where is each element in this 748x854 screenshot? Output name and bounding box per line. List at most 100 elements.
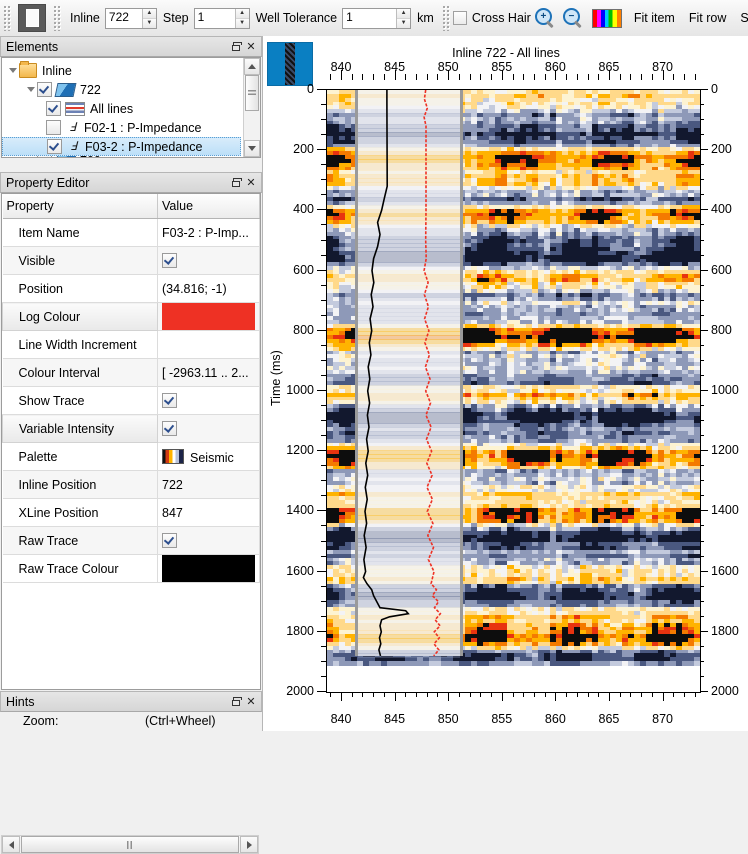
tree-checkbox[interactable] [46,101,61,116]
document-icon[interactable] [18,4,46,32]
show-button[interactable]: Show [733,8,748,28]
tree-checkbox[interactable] [47,139,62,154]
expander-icon[interactable] [24,87,37,92]
well-tolerance-input[interactable] [343,9,396,26]
tree-checkbox[interactable] [37,156,52,158]
hscrollbar-thumb[interactable] [21,836,239,853]
variable-intensity-checkbox[interactable] [162,421,177,436]
property-value-raw-trace-colour[interactable] [158,555,260,583]
hints-float-icon[interactable] [230,695,244,709]
tree-item-f03-2[interactable]: Ⅎ F03-2 : P-Impedance [2,137,241,156]
property-value-visible[interactable] [158,247,260,275]
toolbar-grip-3[interactable] [442,5,450,31]
step-spin-buttons[interactable]: ▲ ▼ [235,9,249,28]
well-tolerance-spin-up[interactable]: ▲ [397,9,410,19]
cross-hair-checkbox[interactable] [453,11,467,25]
property-value-xline-position[interactable]: 847 [158,499,260,527]
step-input[interactable] [195,9,235,26]
property-value-inline-position[interactable]: 722 [158,471,260,499]
elements-tree[interactable]: Inline 722 All lines Ⅎ F02-1 : P-Impe [1,57,261,158]
tree-checkbox[interactable] [37,82,52,97]
tree-item-label: F02-1 : P-Impedance [84,121,201,135]
x-tick [620,74,621,80]
property-value-line-width-increment[interactable] [158,331,260,359]
well-tolerance-spin-buttons[interactable]: ▲ ▼ [396,9,410,28]
raw-trace-colour-swatch[interactable] [162,555,255,582]
well-tolerance-spin-down[interactable]: ▼ [397,19,410,28]
elements-close-icon[interactable]: ✕ [244,40,258,54]
tree-checkbox[interactable] [46,120,61,135]
seismic-display-area[interactable]: Inline 722 - All lines 84084585085586086… [262,36,748,731]
elements-float-icon[interactable] [230,40,244,54]
table-row[interactable]: Palette Seismic [3,443,260,471]
fit-item-button[interactable]: Fit item [627,8,682,28]
property-value-show-trace[interactable] [158,387,260,415]
tree-item-all-lines[interactable]: All lines [2,99,243,118]
property-editor-float-icon[interactable] [230,176,244,190]
tree-item-label: 700 [80,156,101,158]
property-editor-hscrollbar[interactable] [1,835,259,854]
property-editor-grid[interactable]: Property Value Item Name F03-2 : P-Imp..… [1,193,261,690]
scroll-right-icon[interactable] [240,836,258,853]
scroll-down-icon[interactable] [244,140,260,157]
step-spin-down[interactable]: ▼ [236,19,249,28]
scrollbar-thumb[interactable] [245,75,259,111]
zoom-in-icon[interactable]: + [534,7,556,29]
inline-spin-down[interactable]: ▼ [143,19,156,28]
colour-table-icon[interactable] [592,9,622,28]
toolbar-grip-2[interactable] [53,5,61,31]
raw-trace-checkbox[interactable] [162,533,177,548]
property-value-item-name[interactable]: F03-2 : P-Imp... [158,219,260,247]
well-tolerance-spinner[interactable]: ▲ ▼ [342,8,411,29]
table-row[interactable]: Item Name F03-2 : P-Imp... [3,219,260,247]
log-colour-swatch[interactable] [162,303,255,330]
property-value-raw-trace[interactable] [158,527,260,555]
property-editor-close-icon[interactable]: ✕ [244,176,258,190]
x-tick [684,74,685,80]
property-value-colour-interval[interactable]: [ -2963.11 .. 2... [158,359,260,387]
property-name: Raw Trace [3,527,158,555]
table-row[interactable]: Line Width Increment [3,331,260,359]
inline-input[interactable] [106,9,142,26]
property-value-variable-intensity[interactable] [158,415,260,443]
visible-checkbox[interactable] [162,253,177,268]
show-trace-checkbox[interactable] [162,393,177,408]
inline-spin-buttons[interactable]: ▲ ▼ [142,9,156,28]
tree-item-inline-722[interactable]: 722 [2,80,243,99]
table-row[interactable]: Position (34.816; -1) [3,275,260,303]
hints-close-icon[interactable]: ✕ [244,695,258,709]
table-row[interactable]: Variable Intensity [3,415,260,443]
elements-tree-scrollbar[interactable] [243,58,260,157]
table-row[interactable]: Inline Position 722 [3,471,260,499]
zoom-out-icon[interactable]: − [562,7,584,29]
tree-item-inline-folder[interactable]: Inline [2,61,243,80]
toolbar-grip[interactable] [3,5,11,31]
table-row[interactable]: Raw Trace Colour [3,555,260,583]
property-value-position[interactable]: (34.816; -1) [158,275,260,303]
table-row[interactable]: Log Colour [3,303,260,331]
expander-icon[interactable] [6,68,19,73]
scroll-left-icon[interactable] [2,836,20,853]
fit-row-button[interactable]: Fit row [682,8,734,28]
step-spinner[interactable]: ▲ ▼ [194,8,250,29]
table-row[interactable]: Raw Trace [3,527,260,555]
property-name: Colour Interval [3,359,158,387]
step-spin-up[interactable]: ▲ [236,9,249,19]
hints-panel-title: Hints [6,695,230,709]
table-row[interactable]: Colour Interval [ -2963.11 .. 2... [3,359,260,387]
table-row[interactable]: Visible [3,247,260,275]
tree-item-label: Inline [42,64,72,78]
y-tick [317,149,326,150]
property-value-palette[interactable]: Seismic [158,443,260,471]
x-tick [405,74,406,80]
table-row[interactable]: XLine Position 847 [3,499,260,527]
property-value-log-colour[interactable] [158,303,260,331]
inline-spinner[interactable]: ▲ ▼ [105,8,157,29]
scroll-up-icon[interactable] [244,58,260,75]
seismic-plot[interactable] [326,89,701,693]
inline-spin-up[interactable]: ▲ [143,9,156,19]
table-row[interactable]: Show Trace [3,387,260,415]
property-name: Raw Trace Colour [3,555,158,583]
tree-item-inline-700[interactable]: 700 [2,156,243,158]
tree-item-f02-1[interactable]: Ⅎ F02-1 : P-Impedance [2,118,243,137]
